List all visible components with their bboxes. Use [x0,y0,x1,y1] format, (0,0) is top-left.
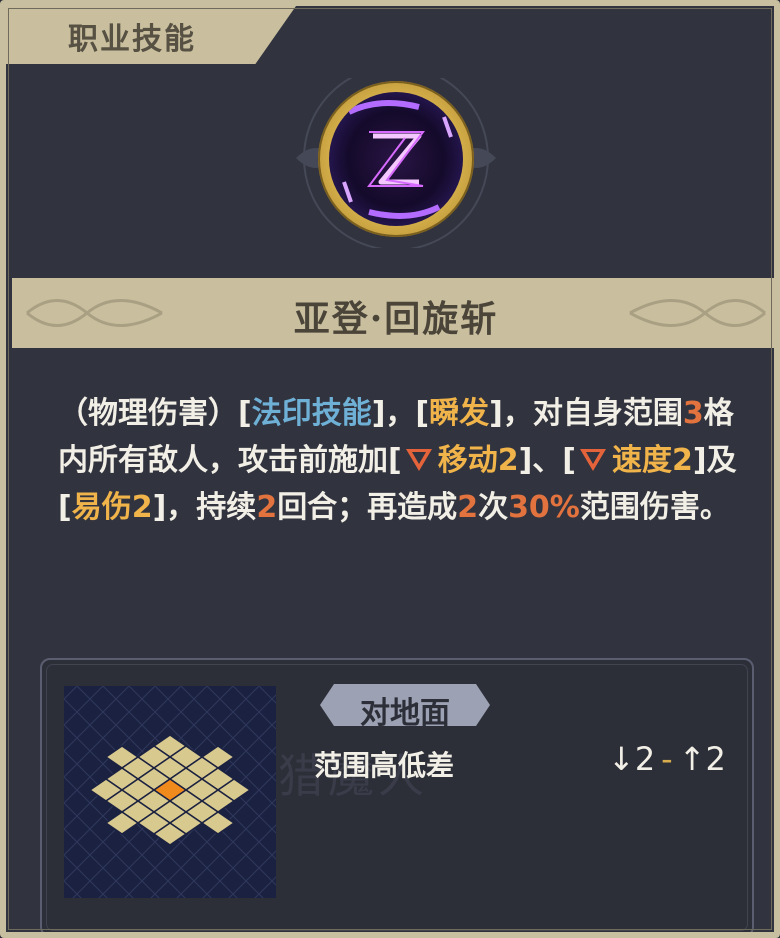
range-grid-map [64,686,276,898]
hits-number: 2 [457,490,479,525]
arrow-down-icon: ↓ [608,740,635,778]
range-grid-diagram [64,686,276,898]
height-down-value: 2 [634,740,656,778]
skill-title-bar: 亚登·回旋斩 [12,278,774,348]
desc-text: ]，对自身范围 [489,396,683,431]
skill-icon[interactable] [318,81,474,237]
debuff-vulnerable[interactable]: 易伤2 [72,490,153,525]
desc-text: （物理伤害）[ [58,396,252,431]
desc-text: 次 [478,490,509,525]
duration-number: 2 [256,490,278,525]
class-skill-tab: 职业技能 [6,6,296,64]
range-number: 3 [682,396,704,431]
tag-instant[interactable]: 瞬发 [429,396,489,431]
skill-description: （物理伤害）[法印技能]，[瞬发]，对自身范围3格内所有敌人，攻击前施加[移动2… [58,390,738,531]
class-skill-tab-label: 职业技能 [68,22,196,57]
debuff-move[interactable]: 移动2 [438,443,519,478]
skill-detail-panel: 职业技能 亚登·回旋斩 （物理伤害）[法印技能]，[瞬发]，对自身范围3格内所有… [0,0,780,938]
skill-name: 亚登·回旋斩 [293,298,499,340]
terrain-type-tag: 对地面 [310,684,500,731]
debuff-speed[interactable]: 速度2 [612,443,693,478]
damage-percent: 30% [508,490,580,525]
hourglass-skill-icon [342,100,453,219]
debuff-down-icon [405,448,432,471]
arrow-up-icon: ↑ [678,740,706,778]
desc-text: 范围伤害。 [579,490,730,525]
height-separator: - [661,740,673,778]
range-info-box: 猎魔人 对地面 范围高低差 ↓2- ↑2 [40,658,754,932]
desc-text: ]，[ [371,396,430,431]
desc-text: ]，持续 [152,490,257,525]
height-diff-value: ↓2- ↑2 [608,740,726,778]
desc-text: ]、[ [518,443,577,478]
height-up-value: 2 [705,740,726,778]
debuff-down-icon [580,448,607,471]
terrain-type-label: 对地面 [360,696,450,731]
tag-magic-seal[interactable]: 法印技能 [252,396,372,431]
desc-text: 回合；再造成 [277,490,458,525]
height-diff-label: 范围高低差 [314,749,455,782]
